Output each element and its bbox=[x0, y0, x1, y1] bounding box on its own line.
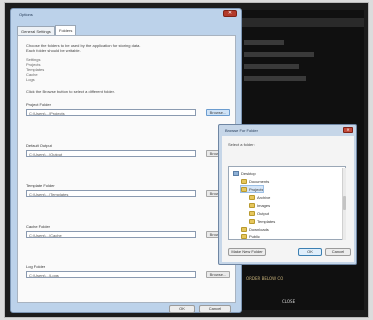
project-folder-field[interactable]: C:\Users\...\Projects bbox=[26, 109, 196, 116]
folder-icon bbox=[241, 226, 247, 232]
list-item: Logs bbox=[26, 77, 35, 82]
cache-folder-label: Cache Folder bbox=[26, 224, 51, 229]
tree-item[interactable]: Projects bbox=[239, 185, 265, 193]
background-app-toolbar bbox=[236, 18, 364, 27]
tree-item-label: Archive bbox=[257, 194, 271, 200]
log-folder-field[interactable]: C:\Users\...\Logs bbox=[26, 271, 196, 278]
browse-cancel-button[interactable]: Cancel bbox=[325, 248, 351, 256]
tree-item[interactable]: Documents bbox=[241, 178, 269, 184]
computer-icon bbox=[233, 170, 239, 176]
folder-icon bbox=[241, 178, 247, 184]
dialog-titlebar[interactable]: Options ✕ bbox=[11, 9, 241, 23]
tree-scrollbar[interactable] bbox=[342, 168, 346, 240]
background-status-text: ORDER BELOW CO bbox=[246, 276, 284, 281]
browse-dialog-title: Browse For Folder bbox=[225, 128, 258, 133]
tree-item[interactable]: Archive bbox=[249, 194, 270, 200]
folder-icon bbox=[249, 202, 255, 208]
make-new-folder-button[interactable]: Make New Folder bbox=[228, 248, 266, 256]
cancel-button[interactable]: Cancel bbox=[199, 305, 231, 313]
browse-ok-button[interactable]: OK bbox=[298, 248, 322, 256]
output-folder-field[interactable]: C:\Users\...\Output bbox=[26, 150, 196, 157]
template-folder-label: Template Folder bbox=[26, 183, 55, 188]
tree-item-label: Desktop bbox=[241, 170, 256, 176]
folder-icon bbox=[241, 186, 247, 192]
project-folder-label: Project Folder bbox=[26, 102, 51, 107]
tab-strip: General Settings Folders bbox=[17, 25, 237, 35]
folder-icon bbox=[241, 233, 247, 239]
close-button[interactable]: ✕ bbox=[223, 10, 237, 17]
dialog-title: Options bbox=[19, 12, 33, 17]
tree-item-label: Images bbox=[257, 202, 271, 208]
tree-item-label: Documents bbox=[249, 178, 270, 184]
background-app-item bbox=[244, 52, 314, 57]
tree-item[interactable]: Output bbox=[249, 210, 269, 216]
background-app-item bbox=[244, 40, 284, 45]
tree-item-label: Projects bbox=[249, 186, 264, 192]
log-folder-label: Log Folder bbox=[26, 264, 46, 269]
instruction-text: Click the Browse button to select a diff… bbox=[26, 89, 115, 94]
tree-item[interactable]: Desktop bbox=[233, 170, 256, 176]
folder-icon bbox=[249, 194, 255, 200]
tree-item-label: Output bbox=[257, 210, 270, 216]
tree-item[interactable]: Templates bbox=[249, 218, 275, 224]
tree-item-label: Templates bbox=[257, 218, 276, 224]
template-folder-field[interactable]: C:\Users\...\Templates bbox=[26, 190, 196, 197]
ok-button[interactable]: OK bbox=[169, 305, 195, 313]
close-icon: ✕ bbox=[227, 10, 233, 16]
folder-icon bbox=[249, 210, 255, 216]
log-folder-browse-button[interactable]: Browse... bbox=[206, 271, 230, 278]
tab-folders[interactable]: Folders bbox=[55, 25, 77, 35]
browse-prompt: Select a folder: bbox=[228, 142, 255, 147]
background-status-close: CLOSE bbox=[282, 299, 296, 304]
tree-item-label: Downloads bbox=[249, 226, 269, 232]
background-app-item bbox=[244, 76, 306, 81]
panel-description: Each folder should be writable. bbox=[26, 48, 81, 53]
browse-folder-dialog: Browse For Folder ✕ Select a folder: Des… bbox=[218, 124, 357, 265]
tree-item[interactable]: Public bbox=[241, 233, 260, 239]
background-app-item bbox=[244, 64, 299, 69]
folder-tree[interactable]: Desktop Documents Projects Archive Image… bbox=[228, 166, 346, 240]
scrollbar-thumb[interactable] bbox=[343, 196, 346, 210]
options-dialog: Options ✕ General Settings Folders Choos… bbox=[10, 8, 242, 313]
tree-item[interactable]: Images bbox=[249, 202, 270, 208]
tree-item[interactable]: Downloads bbox=[241, 226, 269, 232]
browse-close-button[interactable]: ✕ bbox=[343, 127, 353, 133]
folder-icon bbox=[249, 218, 255, 224]
output-folder-label: Default Output bbox=[26, 143, 52, 148]
cache-folder-field[interactable]: C:\Users\...\Cache bbox=[26, 231, 196, 238]
tab-general-settings[interactable]: General Settings bbox=[17, 26, 55, 35]
project-folder-browse-button[interactable]: Browse... bbox=[206, 109, 230, 116]
browse-dialog-body: Select a folder: Desktop Documents Proje… bbox=[222, 136, 354, 262]
folders-panel: Choose the folders to be used by the app… bbox=[17, 35, 236, 303]
close-icon: ✕ bbox=[346, 127, 350, 132]
tree-item-label: Public bbox=[249, 233, 260, 239]
